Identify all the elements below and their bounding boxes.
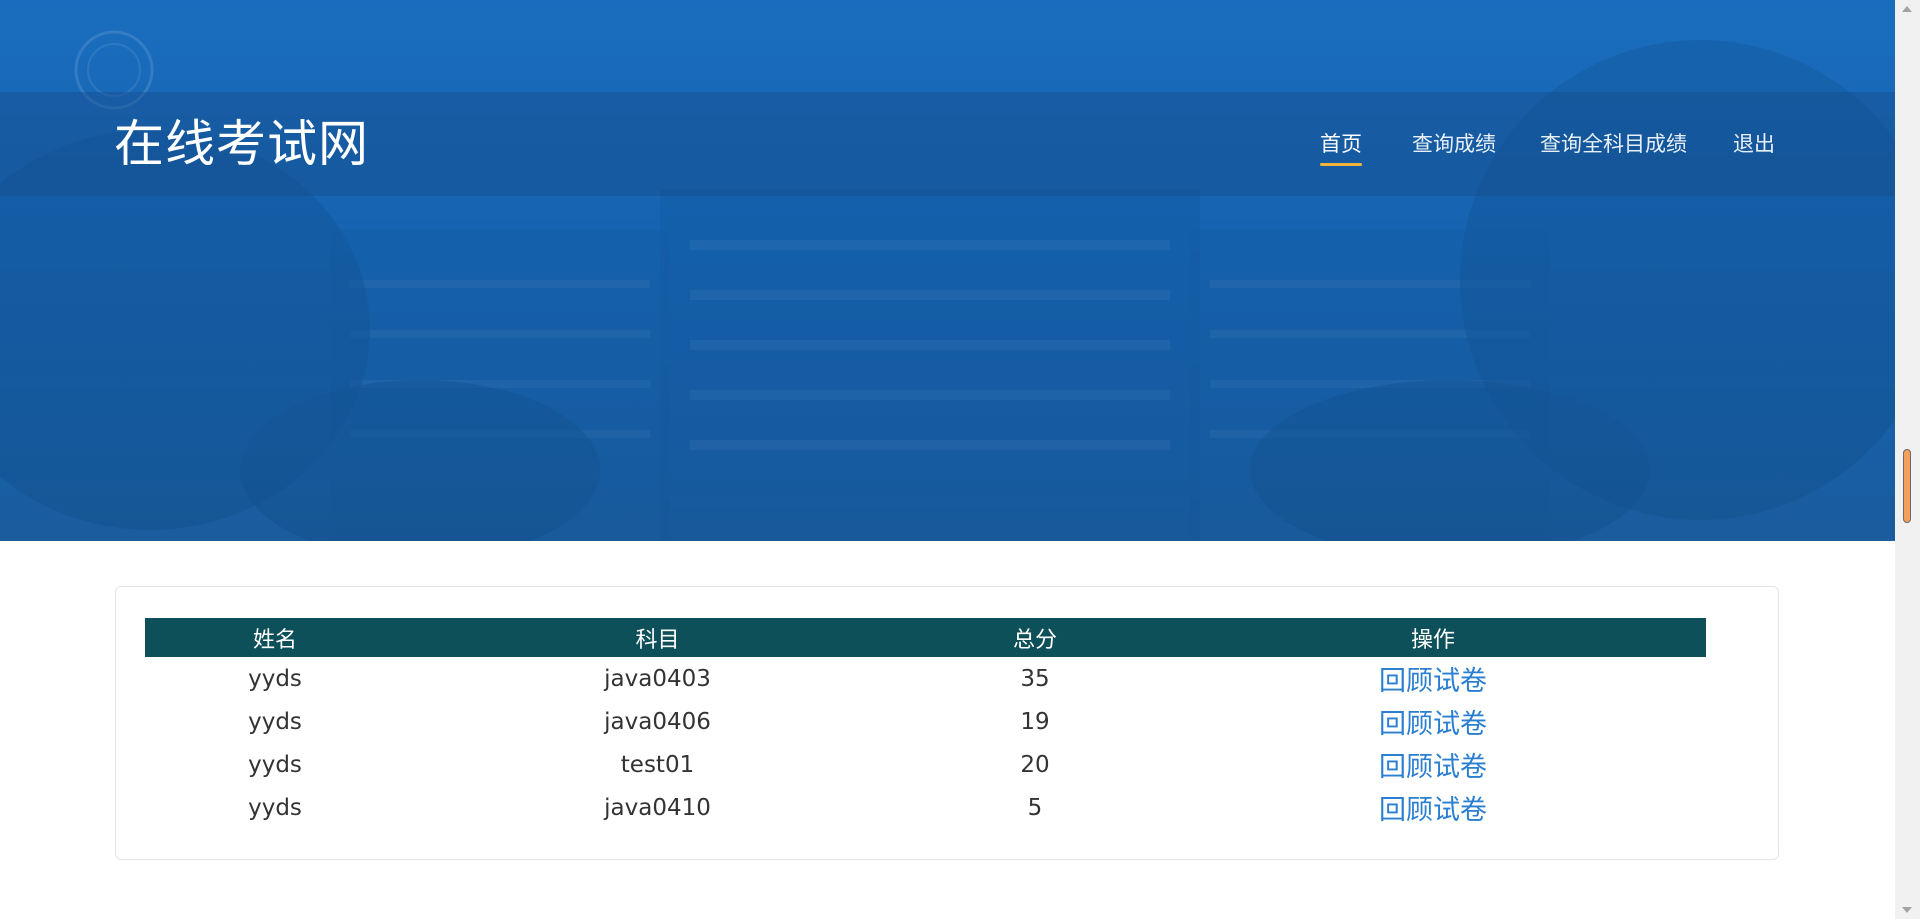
scroll-thumb[interactable] [1903, 449, 1911, 523]
review-paper-link[interactable]: 回顾试卷 [1379, 795, 1487, 826]
nav-logout-label: 退出 [1733, 132, 1775, 156]
cell-name: yyds [248, 794, 302, 821]
header-name: 姓名 [252, 627, 297, 653]
vertical-scrollbar[interactable] [1895, 0, 1920, 919]
cell-subject: java0403 [604, 665, 711, 692]
cell-score: 35 [1020, 665, 1050, 692]
table-row: yyds test01 20 回顾试卷 [145, 743, 1706, 786]
cell-action: 回顾试卷 [1160, 786, 1706, 829]
cell-subject: java0410 [604, 794, 711, 821]
cell-score: 20 [1020, 751, 1050, 778]
page: 在线考试网 首页 查询成绩 查询全科目成绩 退出 姓名 科目 总分 操作 yyd… [0, 0, 1920, 919]
cell-name: yyds [248, 665, 302, 692]
nav-home[interactable]: 首页 [1320, 128, 1362, 166]
header-action: 操作 [1410, 627, 1455, 653]
cell-name: yyds [248, 751, 302, 778]
nav-logout[interactable]: 退出 [1733, 128, 1775, 160]
cell-name: yyds [248, 708, 302, 735]
scroll-up-arrow-icon[interactable] [1902, 6, 1912, 12]
cell-subject: test01 [620, 751, 695, 778]
table-row: yyds java0403 35 回顾试卷 [145, 657, 1706, 700]
campus-building-background [0, 30, 1895, 541]
header-score: 总分 [1012, 627, 1057, 653]
table-row: yyds java0410 5 回顾试卷 [145, 786, 1706, 829]
site-title: 在线考试网 [114, 115, 369, 173]
cell-action: 回顾试卷 [1160, 743, 1706, 786]
nav-query-all-subject-scores-label: 查询全科目成绩 [1540, 132, 1687, 156]
scores-table: 姓名 科目 总分 操作 yyds java0403 35 回顾试卷 yyds j… [145, 618, 1706, 829]
review-paper-link[interactable]: 回顾试卷 [1379, 709, 1487, 740]
nav-home-label: 首页 [1320, 132, 1362, 156]
review-paper-link[interactable]: 回顾试卷 [1379, 666, 1487, 697]
cell-score: 5 [1027, 794, 1043, 821]
review-paper-link[interactable]: 回顾试卷 [1379, 752, 1487, 783]
table-header-row: 姓名 科目 总分 操作 [145, 618, 1706, 657]
scroll-track[interactable] [1903, 24, 1911, 895]
nav-query-scores-label: 查询成绩 [1412, 132, 1496, 156]
scroll-down-arrow-icon[interactable] [1902, 907, 1912, 913]
nav-query-scores[interactable]: 查询成绩 [1412, 128, 1496, 160]
scores-card: 姓名 科目 总分 操作 yyds java0403 35 回顾试卷 yyds j… [115, 586, 1779, 860]
cell-subject: java0406 [604, 708, 711, 735]
hero-banner [0, 0, 1895, 541]
table-row: yyds java0406 19 回顾试卷 [145, 700, 1706, 743]
header-subject: 科目 [635, 627, 680, 653]
nav-active-underline [1320, 163, 1362, 166]
cell-action: 回顾试卷 [1160, 657, 1706, 700]
main-nav: 首页 查询成绩 查询全科目成绩 退出 [1320, 128, 1880, 168]
cell-score: 19 [1020, 708, 1050, 735]
nav-query-all-subject-scores[interactable]: 查询全科目成绩 [1540, 128, 1687, 160]
cell-action: 回顾试卷 [1160, 700, 1706, 743]
